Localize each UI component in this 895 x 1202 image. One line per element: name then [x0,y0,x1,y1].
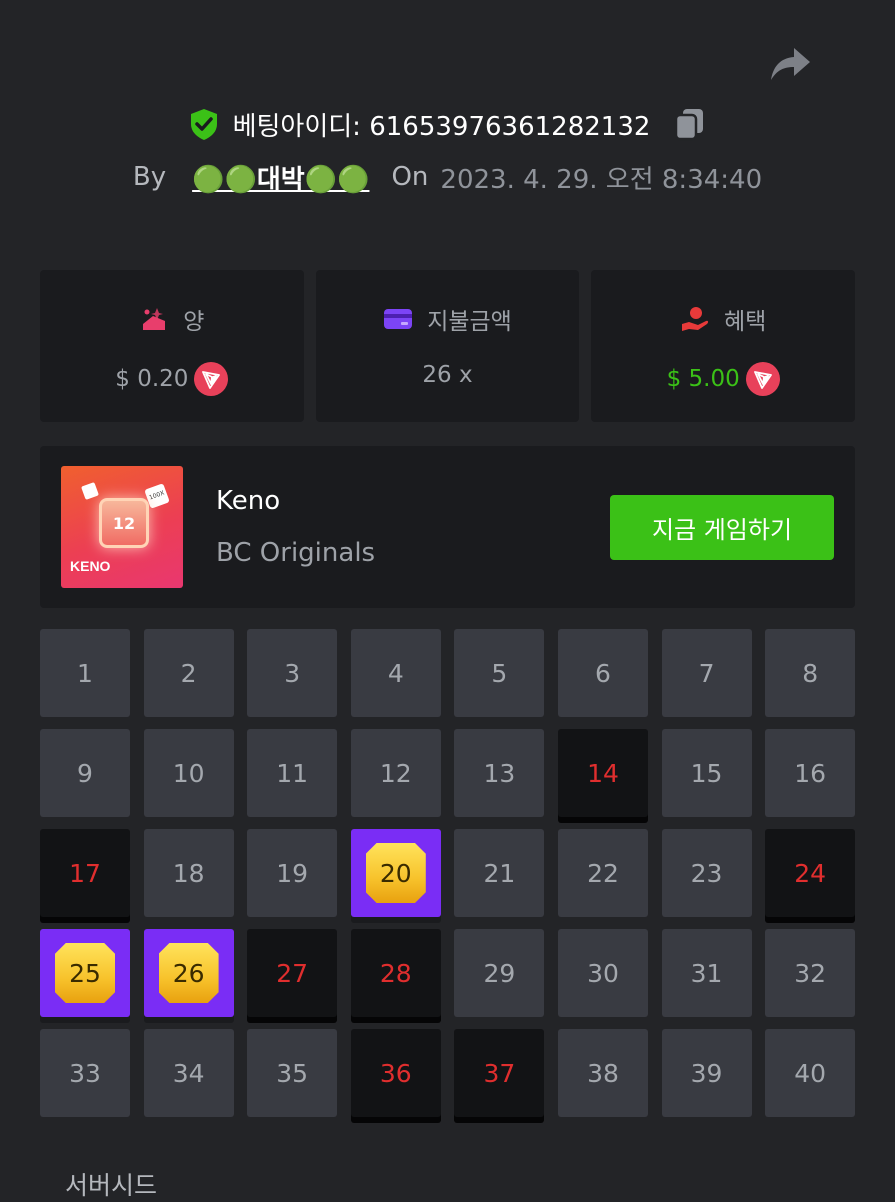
stat-profit-label: 혜택 [724,309,767,335]
stat-payout-value: 26 x [422,362,473,388]
keno-cell[interactable]: 8 [765,629,856,717]
keno-cell[interactable]: 35 [247,1029,338,1117]
keno-cell[interactable]: 3 [247,629,338,717]
keno-cell-miss[interactable]: 37 [454,1029,545,1117]
keno-cell[interactable]: 21 [454,829,545,917]
share-icon[interactable] [766,40,814,88]
keno-cell[interactable]: 19 [247,829,338,917]
play-now-button[interactable]: 지금 게임하기 [610,495,834,560]
keno-cell[interactable]: 13 [454,729,545,817]
tron-coin-icon [194,362,229,396]
thumbnail-number: 12 [99,498,149,548]
keno-cell[interactable]: 39 [661,1029,752,1117]
stat-payout-label: 지불금액 [427,309,512,335]
keno-board: 1 2 3 4 5 6 7 8 9 10 11 12 13 14 15 16 17 18 19 20 21 22 23 24 2… [40,629,856,1117]
keno-cell[interactable]: 32 [765,929,856,1017]
by-label: By [132,162,167,192]
server-seed-label: 서버시드 [65,1171,158,1200]
keno-cell[interactable]: 16 [765,729,856,817]
keno-cell[interactable]: 38 [557,1029,648,1117]
keno-cell[interactable]: 7 [661,629,752,717]
keno-cell-hit[interactable]: 20 [350,829,441,917]
stat-amount-value: $ 0.20 [115,366,189,392]
keno-cell[interactable]: 6 [557,629,648,717]
card-icon [383,304,413,334]
keno-cell-hit[interactable]: 26 [143,929,234,1017]
thumbnail-title: KENO [70,558,111,574]
username-link[interactable]: 🟢🟢대박🟢🟢 [192,159,369,196]
bet-id-row: 베팅아이디: 61653976361282132 [0,104,895,144]
bet-amount-icon [139,304,169,334]
keno-cell[interactable]: 15 [661,729,752,817]
keno-cell[interactable]: 29 [454,929,545,1017]
bet-id: 베팅아이디: 61653976361282132 [232,111,651,142]
copy-icon[interactable] [672,106,708,142]
bet-stats: 양 $ 0.20 지불금액 26 x 혜택 $ 5.00 [40,270,856,422]
keno-cell[interactable]: 10 [143,729,234,817]
keno-cell-miss[interactable]: 36 [350,1029,441,1117]
profit-hand-icon [680,304,710,334]
keno-cell[interactable]: 31 [661,929,752,1017]
keno-cell[interactable]: 18 [143,829,234,917]
keno-cell[interactable]: 33 [40,1029,130,1117]
gem-icon: 26 [158,943,219,1003]
keno-cell-miss[interactable]: 28 [350,929,441,1017]
keno-cell-hit[interactable]: 25 [40,929,130,1017]
dice-icon [81,482,99,500]
author-row: By 🟢🟢대박🟢🟢 On 2023. 4. 29. 오전 8:34:40 [0,157,895,197]
keno-cell[interactable]: 40 [765,1029,856,1117]
keno-cell-miss[interactable]: 27 [247,929,338,1017]
stat-amount: 양 $ 0.20 [40,270,304,422]
keno-cell[interactable]: 9 [40,729,130,817]
stat-payout: 지불금액 26 x [315,270,580,422]
keno-cell[interactable]: 23 [661,829,752,917]
game-card: 100X 12 KENO Keno BC Originals 지금 게임하기 [40,446,855,608]
keno-cell[interactable]: 34 [143,1029,234,1117]
keno-cell[interactable]: 11 [247,729,338,817]
keno-cell-miss[interactable]: 24 [765,829,856,917]
stat-amount-label: 양 [183,309,205,335]
gem-icon: 25 [55,943,115,1003]
game-provider: BC Originals [216,538,376,568]
on-label: On [391,162,429,192]
stat-profit-value: $ 5.00 [666,366,740,392]
gem-icon: 20 [365,843,426,903]
keno-cell-miss[interactable]: 14 [557,729,648,817]
shield-check-icon [187,107,221,141]
bet-date: 2023. 4. 29. 오전 8:34:40 [440,164,763,195]
keno-thumbnail[interactable]: 100X 12 KENO [61,466,183,588]
keno-cell[interactable]: 22 [557,829,648,917]
stat-profit: 혜택 $ 5.00 [591,270,856,422]
keno-cell[interactable]: 30 [557,929,648,1017]
keno-cell[interactable]: 2 [143,629,234,717]
keno-cell[interactable]: 4 [350,629,441,717]
keno-cell[interactable]: 12 [350,729,441,817]
tron-coin-icon [745,362,780,396]
keno-cell[interactable]: 5 [454,629,545,717]
keno-cell-miss[interactable]: 17 [40,829,130,917]
game-name[interactable]: Keno [216,486,280,516]
keno-cell[interactable]: 1 [40,629,130,717]
